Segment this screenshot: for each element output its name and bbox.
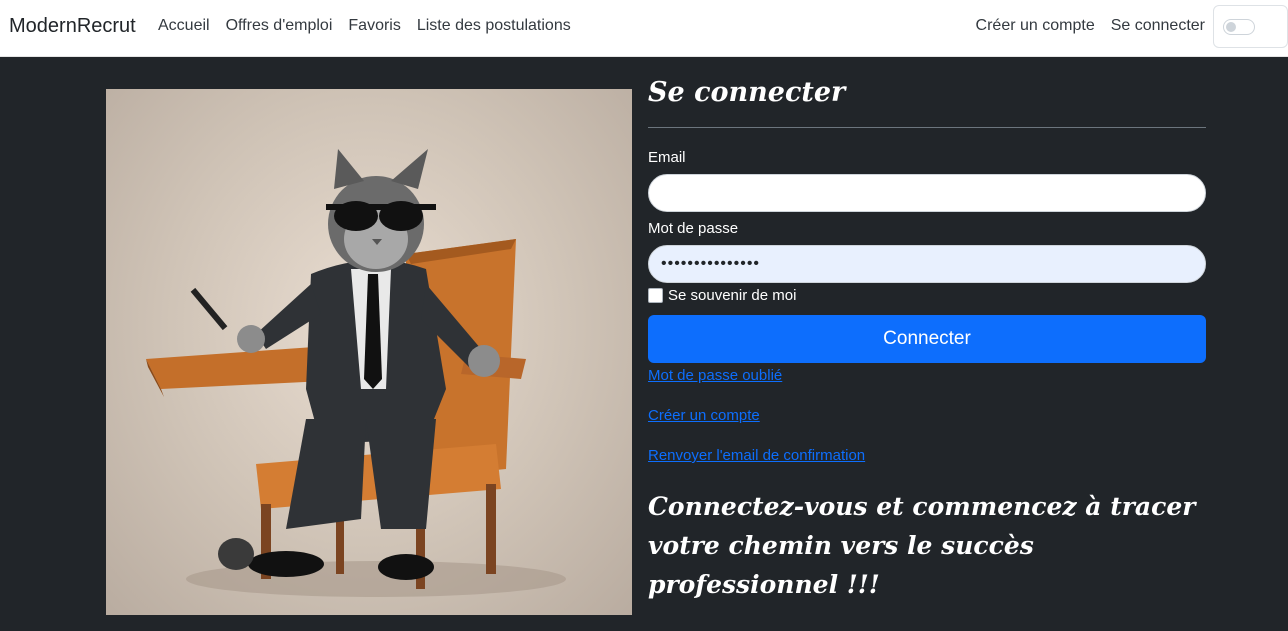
nav-link-postulations[interactable]: Liste des postulations [417, 17, 571, 35]
nav-link-accueil[interactable]: Accueil [158, 17, 210, 35]
page-title: Se connecter [648, 77, 846, 108]
brand-link[interactable]: ModernRecrut [9, 15, 136, 38]
nav-link-register[interactable]: Créer un compte [976, 17, 1095, 35]
nav-left: Accueil Offres d'emploi Favoris Liste de… [158, 17, 571, 35]
theme-toggle-container [1213, 5, 1288, 48]
nav-link-offres[interactable]: Offres d'emploi [226, 17, 333, 35]
navbar: ModernRecrut Accueil Offres d'emploi Fav… [0, 0, 1288, 57]
connect-button[interactable]: Connecter [648, 315, 1206, 363]
resend-confirmation-link[interactable]: Renvoyer l'email de confirmation [648, 446, 1206, 466]
cat-in-suit-image [146, 149, 566, 597]
cat-illustration [106, 89, 632, 615]
forgot-password-link[interactable]: Mot de passe oublié [648, 366, 1206, 386]
theme-toggle-switch[interactable] [1223, 19, 1255, 35]
email-label: Email [648, 149, 686, 166]
register-link[interactable]: Créer un compte [648, 406, 1206, 426]
password-field[interactable]: ••••••••••••••• [648, 245, 1206, 283]
tagline: Connectez-vous et commencez à tracer vot… [648, 492, 1196, 599]
email-field[interactable] [648, 174, 1206, 212]
switch-knob [1226, 22, 1236, 32]
nav-link-favoris[interactable]: Favoris [348, 17, 400, 35]
login-form: Se connecter Email Mot de passe ••••••••… [648, 70, 1206, 604]
remember-me-checkbox[interactable] [648, 288, 663, 303]
form-links: Mot de passe oublié Créer un compte Renv… [648, 366, 1206, 466]
remember-me-label: Se souvenir de moi [668, 287, 797, 304]
remember-me-row: Se souvenir de moi [648, 287, 1206, 304]
nav-link-login[interactable]: Se connecter [1111, 17, 1205, 35]
divider [648, 127, 1206, 128]
nav-right: Créer un compte Se connecter [976, 17, 1205, 35]
password-label: Mot de passe [648, 220, 739, 237]
